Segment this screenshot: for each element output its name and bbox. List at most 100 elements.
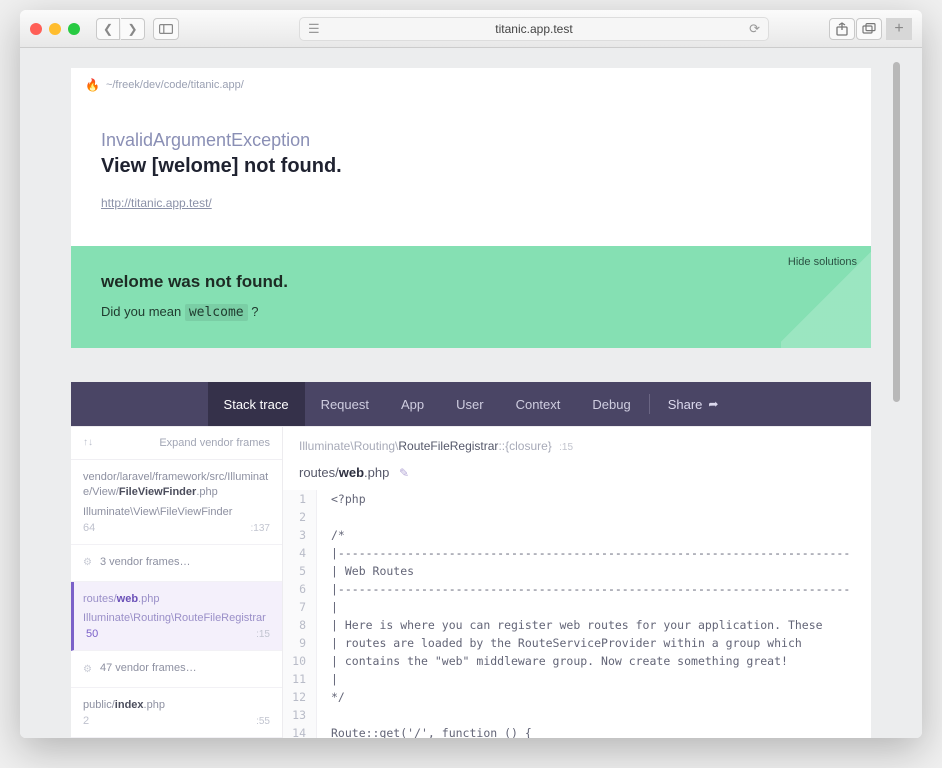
tabs-button[interactable] [856,18,882,40]
share-button-toolbar[interactable] [829,18,855,40]
line-number: 12 [283,688,317,706]
hide-solutions-link[interactable]: Hide solutions [788,256,857,268]
frame-line: :137 [251,523,270,534]
close-window-button[interactable] [30,23,42,35]
line-text: |---------------------------------------… [317,544,850,562]
frame-path: public/index.php [83,698,270,713]
minimize-window-button[interactable] [49,23,61,35]
stack-trace-panel: ↑↓ Expand vendor frames vendor/laravel/f… [71,426,871,738]
code-line: 4|--------------------------------------… [283,544,871,562]
line-number: 4 [283,544,317,562]
code-block: 1<?php23/*4|----------------------------… [283,490,871,738]
scrollbar-thumb[interactable] [893,62,900,402]
source-class-namespace: Illuminate\Routing\ [299,439,398,453]
back-button[interactable]: ❮ [96,18,120,40]
frame-line: :15 [256,629,270,640]
solution-box: Hide solutions welome was not found. Did… [71,246,871,348]
line-text: Route::get('/', function () { [317,724,532,738]
solution-title: welome was not found. [101,272,841,292]
code-preview: Illuminate\Routing\RouteFileRegistrar::{… [283,427,871,738]
line-text: <?php [317,490,366,508]
source-file-ext: .php [364,465,389,480]
solution-body-prefix: Did you mean [101,304,185,319]
stack-frame[interactable]: routes/web.phpIlluminate\Routing\RouteFi… [71,582,282,652]
exception-url[interactable]: http://titanic.app.test/ [101,196,212,210]
tabs-bar: Stack trace Request App User Context Deb… [71,382,871,426]
frame-number: 50 [86,628,98,640]
source-file-header: routes/web.php ✎ [283,461,871,490]
share-label: Share [668,397,703,412]
source-file-name: web [339,465,364,480]
code-line: 2 [283,508,871,526]
window-controls [30,23,80,35]
solution-body-suffix: ? [248,304,259,319]
frame-path: vendor/laravel/framework/src/Illuminate/… [83,470,270,501]
frame-path: routes/web.php [83,592,270,607]
line-number: 13 [283,706,317,724]
code-line: 12*/ [283,688,871,706]
tab-request[interactable]: Request [305,382,385,426]
forward-button[interactable]: ❯ [121,18,145,40]
frame-number: 64 [83,522,95,534]
line-text: /* [317,526,345,544]
tab-context[interactable]: Context [500,382,577,426]
browser-window: ❮ ❯ ☰ titanic.app.test ⟳ + [20,10,922,738]
line-number: 1 [283,490,317,508]
browser-toolbar: ❮ ❯ ☰ titanic.app.test ⟳ + [20,10,922,48]
code-line: 9| routes are loaded by the RouteService… [283,634,871,652]
code-line: 5| Web Routes [283,562,871,580]
exception-message: View [welome] not found. [101,155,841,178]
tab-user[interactable]: User [440,382,499,426]
nav-arrows-icon[interactable]: ↑↓ [83,437,93,449]
source-class-name: RouteFileRegistrar [398,439,498,453]
url-bar[interactable]: ☰ titanic.app.test ⟳ [299,17,769,41]
frame-number: 2 [83,715,89,727]
line-text [317,508,331,526]
exception-card: 🔥 ~/freek/dev/code/titanic.app/ InvalidA… [71,68,871,348]
share-button[interactable]: Share ➦ [652,397,735,412]
code-line: 13 [283,706,871,724]
nav-buttons: ❮ ❯ [96,18,145,40]
stack-frame-list: ↑↓ Expand vendor frames vendor/laravel/f… [71,427,283,738]
new-tab-button[interactable]: + [886,18,912,40]
line-text: | [317,598,338,616]
code-line: 1<?php [283,490,871,508]
collapsed-frames[interactable]: ⚙47 vendor frames… [71,651,282,687]
url-text: titanic.app.test [495,22,572,36]
expand-vendor-link[interactable]: Expand vendor frames [159,437,270,449]
line-number: 2 [283,508,317,526]
solution-code: welcome [185,304,248,321]
collapsed-frames[interactable]: ⚙3 vendor frames… [71,545,282,581]
line-text: | contains the "web" middleware group. N… [317,652,788,670]
code-line: 7| [283,598,871,616]
stack-list-header: ↑↓ Expand vendor frames [71,427,282,460]
tab-stacktrace[interactable]: Stack trace [208,382,305,426]
zoom-window-button[interactable] [68,23,80,35]
exception-class: InvalidArgumentException [101,130,841,151]
line-text [317,706,331,724]
tab-debug[interactable]: Debug [576,382,646,426]
tab-separator [649,394,650,414]
page-content: 🔥 ~/freek/dev/code/titanic.app/ InvalidA… [20,48,922,738]
collapsed-label: 47 vendor frames… [100,661,197,676]
stack-frame[interactable]: vendor/laravel/framework/src/Illuminate/… [71,460,282,545]
line-number: 6 [283,580,317,598]
line-text: */ [317,688,345,706]
edit-file-icon[interactable]: ✎ [399,466,409,480]
flare-icon: 🔥 [85,78,100,92]
code-line: 10| contains the "web" middleware group.… [283,652,871,670]
line-number: 3 [283,526,317,544]
collapsed-label: 3 vendor frames… [100,555,190,570]
code-line: 11| [283,670,871,688]
stack-frame[interactable]: public/index.php2:55 [71,688,282,738]
tab-app[interactable]: App [385,382,440,426]
solution-body: Did you mean welcome ? [101,304,841,320]
sidebar-toggle-button[interactable] [153,18,179,40]
line-number: 5 [283,562,317,580]
line-text: | Here is where you can register web rou… [317,616,823,634]
refresh-icon[interactable]: ⟳ [749,21,760,37]
line-text: | Web Routes [317,562,414,580]
toolbar-right [829,18,882,40]
line-number: 9 [283,634,317,652]
code-line: 14Route::get('/', function () { [283,724,871,738]
